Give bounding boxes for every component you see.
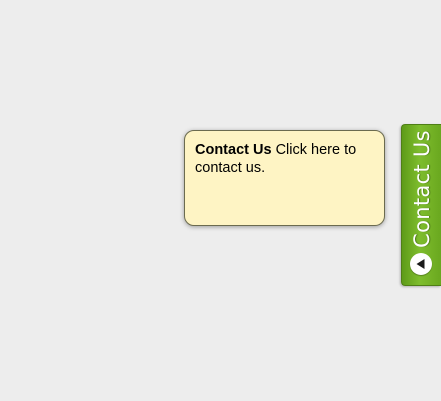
triangle-left-icon (410, 253, 432, 275)
contact-us-tab-label: Contact Us (410, 130, 434, 248)
contact-us-tab[interactable]: Contact Us (401, 124, 441, 286)
contact-tooltip: Contact Us Click here to contact us. (184, 130, 385, 226)
tooltip-title: Contact Us (195, 142, 272, 158)
